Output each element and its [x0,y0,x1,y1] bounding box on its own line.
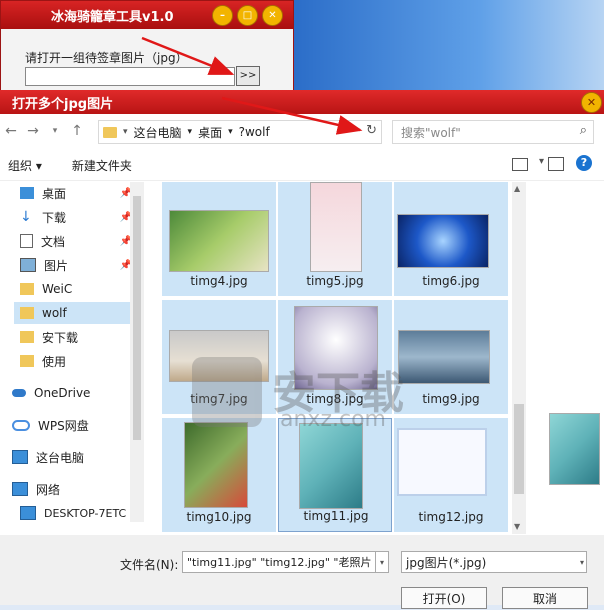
arrow-to-refresh-icon [221,96,363,135]
annotation-arrows [141,36,363,135]
arrow-to-browse-icon [141,36,235,76]
